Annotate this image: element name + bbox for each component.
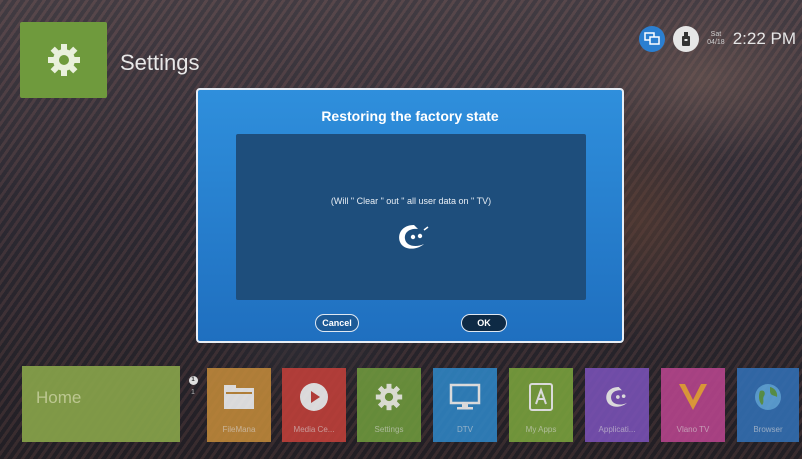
brand-logo-icon	[399, 225, 429, 249]
date-display: Sat 04/18	[707, 31, 725, 47]
ok-button[interactable]: OK	[461, 314, 507, 332]
folder-icon	[224, 385, 254, 409]
monitor-icon	[449, 383, 481, 410]
app-label: Browser	[753, 425, 783, 434]
gear-icon	[375, 383, 403, 411]
app-label: FileMana	[222, 425, 256, 434]
dialog-message: (Will " Clear " out " all user data on "…	[330, 196, 492, 206]
dialog-body: (Will " Clear " out " all user data on "…	[236, 134, 586, 300]
status-bar: Sat 04/18 2:22 PM	[639, 26, 796, 52]
app-label: Applicati...	[598, 425, 636, 434]
page-indicator-dot: 1	[188, 376, 198, 385]
gear-icon	[47, 44, 80, 76]
app-dock: Home 1 1 FileMana Media Ce... Settings D…	[0, 362, 802, 447]
usb-icon	[673, 26, 700, 52]
settings-tile	[20, 22, 107, 98]
apps-icon	[529, 383, 553, 411]
app-tile-media-center[interactable]: Media Ce...	[282, 368, 346, 442]
page-number: 1	[191, 389, 195, 396]
logo-icon	[606, 387, 627, 407]
date-day: Sat	[710, 31, 722, 38]
dialog-title: Restoring the factory state	[321, 108, 499, 124]
globe-icon	[755, 384, 781, 410]
app-label: DTV	[457, 425, 473, 434]
app-tile-dtv[interactable]: DTV	[433, 368, 497, 442]
home-tile[interactable]: Home	[22, 366, 180, 442]
app-tile-browser[interactable]: Browser	[737, 368, 799, 442]
factory-reset-dialog: Restoring the factory state (Will " Clea…	[196, 88, 624, 343]
app-tile-settings[interactable]: Settings	[357, 368, 421, 442]
app-label: My Apps	[525, 425, 557, 434]
app-label: Settings	[374, 425, 404, 434]
app-tile-filemanager[interactable]: FileMana	[207, 368, 271, 442]
app-tile-my-apps[interactable]: My Apps	[509, 368, 573, 442]
date-value: 04/18	[707, 39, 725, 46]
vtv-icon	[679, 384, 707, 410]
home-label: Home	[36, 388, 82, 407]
app-tile-vlano-tv[interactable]: Vlano TV	[661, 368, 725, 442]
app-tile-applications[interactable]: Applicati...	[585, 368, 649, 442]
cancel-button[interactable]: Cancel	[315, 314, 359, 332]
app-label: Media Ce...	[293, 425, 335, 434]
app-label: Vlano TV	[676, 425, 710, 434]
play-icon	[300, 383, 328, 411]
page-indicator: 1 1	[188, 376, 198, 396]
page-title: Settings	[120, 50, 200, 75]
network-icon	[639, 26, 666, 52]
clock: 2:22 PM	[732, 29, 796, 48]
